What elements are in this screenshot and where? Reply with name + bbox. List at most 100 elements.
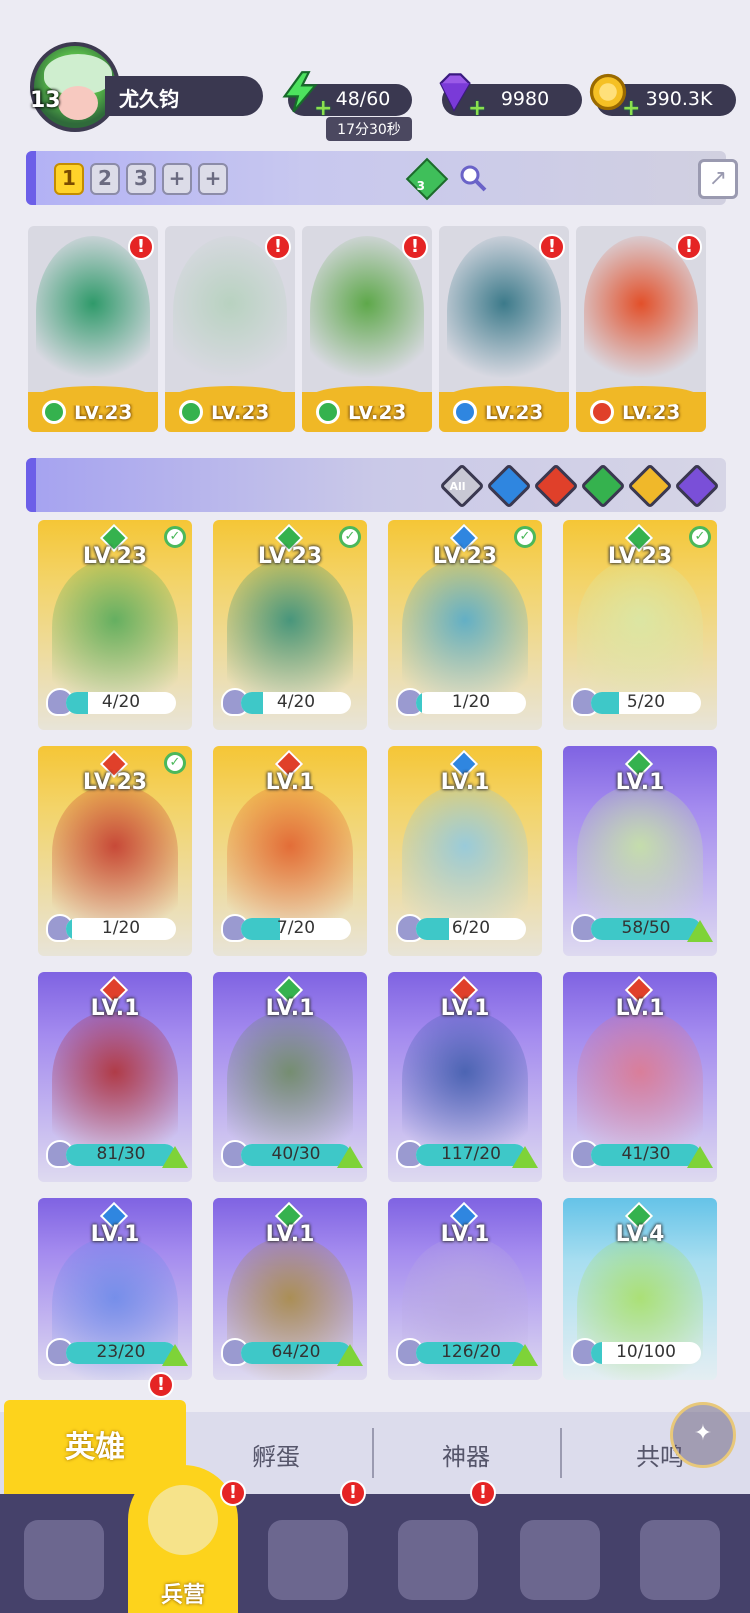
gem-counter[interactable]: + 9980 [439,73,582,121]
team-selector-bar: 1 2 3 + + 3 ↗ [26,151,738,205]
hero-level: LV.4 [615,1222,665,1247]
upgrade-arrow-icon[interactable] [162,1344,188,1366]
element-nature-icon [316,400,340,424]
sparkle-icon[interactable]: ✦ [670,1402,736,1468]
team-card[interactable]: LV.23! [439,226,569,432]
team-card[interactable]: LV.23! [576,226,706,432]
owned-check-icon: ✓ [164,526,186,548]
filter-dark-icon[interactable] [674,463,720,509]
filter-fire-icon[interactable] [533,463,579,509]
nav-guild-icon[interactable] [520,1520,600,1600]
hero-portrait [577,560,703,710]
hero-card[interactable]: LV.23 ✓ 5/20 [563,520,717,730]
filter-all[interactable]: All [439,463,485,509]
nav-barracks-alert-icon: ! [220,1480,246,1506]
share-icon[interactable]: ↗ [698,159,738,199]
hero-card[interactable]: LV.1 23/20 [38,1198,192,1380]
hero-level: LV.23 [432,544,498,569]
shard-progress: 4/20 [241,692,351,714]
hero-card[interactable]: LV.1 6/20 [388,746,542,956]
hero-portrait [310,236,424,386]
team-tab-add-2[interactable]: + [198,163,228,195]
team-card-alert-icon: ! [128,234,154,260]
hero-card[interactable]: LV.1 58/50 [563,746,717,956]
team-card-alert-icon: ! [676,234,702,260]
team-element-gem-icon[interactable]: 3 [405,157,449,201]
shard-progress: 1/20 [416,692,526,714]
filter-nature-icon[interactable] [580,463,626,509]
energy-value: 48/60 [335,88,391,110]
hero-portrait [577,1012,703,1162]
shard-progress: 1/20 [66,918,176,940]
team-tab-1[interactable]: 1 [54,163,84,195]
upgrade-arrow-icon[interactable] [512,1146,538,1168]
hero-card[interactable]: LV.1 81/30 [38,972,192,1182]
team-tab-3[interactable]: 3 [126,163,156,195]
hero-portrait [52,1012,178,1162]
element-nature-icon [179,400,203,424]
nav-map-alert-icon: ! [340,1480,366,1506]
tab-hatch[interactable]: 孵蛋 [206,1437,346,1472]
hero-portrait [36,236,150,386]
upgrade-arrow-icon[interactable] [512,1344,538,1366]
tab-hero-alert-icon: ! [148,1372,174,1398]
hero-card[interactable]: LV.23 ✓ 1/20 [38,746,192,956]
hero-card[interactable]: LV.1 41/30 [563,972,717,1182]
gem-plus-icon[interactable]: + [468,96,486,121]
upgrade-arrow-icon[interactable] [687,1146,713,1168]
gold-counter[interactable]: + 390.3K [589,73,736,121]
team-tab-add-1[interactable]: + [162,163,192,195]
tab-artifact[interactable]: 神器 [396,1437,536,1472]
hero-portrait [447,236,561,386]
filter-water-icon[interactable] [486,463,532,509]
hero-card[interactable]: LV.1 7/20 [213,746,367,956]
team-card[interactable]: LV.23! [28,226,158,432]
hero-card[interactable]: LV.23 ✓ 1/20 [388,520,542,730]
nav-banner-icon[interactable] [640,1520,720,1600]
team-card[interactable]: LV.23! [165,226,295,432]
team-tab-2[interactable]: 2 [90,163,120,195]
energy-counter[interactable]: + 48/60 [282,71,412,121]
team-card[interactable]: LV.23! [302,226,432,432]
team-gem-count: 3 [416,179,425,194]
element-nature-icon [42,400,66,424]
filter-light-icon[interactable] [627,463,673,509]
hero-card[interactable]: LV.1 40/30 [213,972,367,1182]
shard-progress: 4/20 [66,692,176,714]
shard-progress: 23/20 [66,1342,176,1364]
filter-bar-accent [26,458,36,512]
barracks-icon [148,1485,218,1555]
hero-portrait [52,786,178,936]
hero-level: LV.1 [440,1222,490,1247]
hero-card[interactable]: LV.23 ✓ 4/20 [213,520,367,730]
upgrade-arrow-icon[interactable] [337,1146,363,1168]
player-name: 尤久钧 [105,76,263,116]
upgrade-arrow-icon[interactable] [337,1344,363,1366]
hero-portrait [173,236,287,386]
upgrade-arrow-icon[interactable] [162,1146,188,1168]
shard-progress: 5/20 [591,692,701,714]
avatar-face [58,86,98,120]
nav-castle-icon[interactable] [398,1520,478,1600]
hero-card[interactable]: LV.4 10/100 [563,1198,717,1380]
tab-divider [372,1428,374,1478]
hero-portrait [577,786,703,936]
hero-card[interactable]: LV.1 64/20 [213,1198,367,1380]
upgrade-arrow-icon[interactable] [687,920,713,942]
gem-value: 9980 [500,88,550,110]
owned-check-icon: ✓ [164,752,186,774]
team-card-alert-icon: ! [539,234,565,260]
hero-portrait [52,560,178,710]
nav-map-icon[interactable] [268,1520,348,1600]
hero-card[interactable]: LV.23 ✓ 4/20 [38,520,192,730]
hero-card[interactable]: LV.1 126/20 [388,1198,542,1380]
hero-level: LV.1 [265,996,315,1021]
hero-level: LV.23 [82,770,148,795]
team-bar-accent [26,151,36,205]
nav-cards-icon[interactable] [24,1520,104,1600]
gold-plus-icon[interactable]: + [622,96,640,121]
magnifier-icon[interactable] [458,163,488,193]
hero-level: LV.23 [257,544,323,569]
hero-card[interactable]: LV.1 117/20 [388,972,542,1182]
shard-progress: 40/30 [241,1144,351,1166]
